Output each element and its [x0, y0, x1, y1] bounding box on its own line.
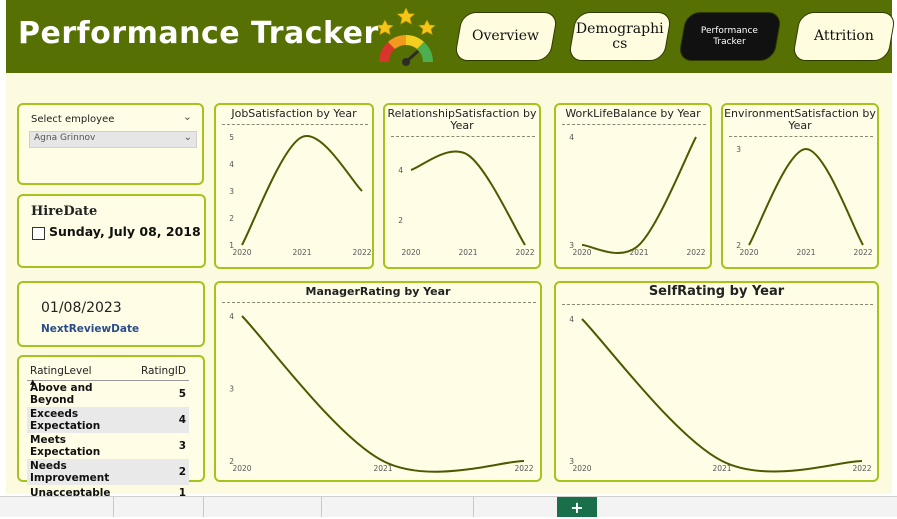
job-satisfaction-plot: 123452020 2021 2022 — [229, 133, 372, 257]
y-tick-label: 4 — [229, 160, 234, 169]
y-tick-label: 3 — [736, 145, 741, 154]
x-tick-label: 2022 — [852, 464, 871, 473]
table-row: Meets Expectation 3 — [27, 433, 189, 459]
tab-demographics[interactable] — [203, 497, 321, 517]
x-tick-label: 2020 — [232, 248, 251, 257]
job-satisfaction-chart[interactable]: JobSatisfaction by Year 1 2 3 4 5 2020 2021 202… — [214, 103, 374, 269]
slicer-label: Select employee — [31, 114, 115, 125]
tab-attrition[interactable] — [473, 497, 557, 517]
nav-performance-label: Performance Tracker — [701, 25, 759, 47]
tab-nav-controls[interactable] — [0, 497, 113, 517]
y-tick-label: 4 — [229, 312, 234, 321]
x-tick-label: 2022 — [515, 248, 534, 257]
employee-slicer[interactable]: Select employee ⌄ Agna Grinnov ⌄ — [17, 103, 204, 185]
next-review-value: 01/08/2023 — [41, 300, 122, 316]
add-page-icon[interactable]: + — [557, 497, 597, 517]
x-tick-label: 2020 — [572, 464, 591, 473]
rating-level-cell: Needs Improvement — [27, 459, 138, 485]
next-review-label: NextReviewDate — [41, 323, 140, 335]
rating-table-card: RatingLevel ▲ RatingID Above and Beyond 5 … — [17, 355, 205, 499]
page-title: Performance Tracker — [18, 16, 379, 51]
employee-selected-value: Agna Grinnov — [34, 133, 96, 143]
series-line — [748, 147, 864, 246]
self-rating-chart[interactable]: SelfRating by Year 3 4 2020 2021 2022 — [554, 281, 879, 482]
nav-demographics-label: Demographi cs — [576, 20, 664, 52]
y-tick-label: 2 — [398, 216, 403, 225]
x-tick-label: 2022 — [686, 248, 705, 257]
nav-overview-label: Overview — [472, 28, 540, 44]
y-tick-label: 5 — [229, 133, 234, 142]
series-line — [581, 318, 863, 473]
nav-attrition-label: Attrition — [814, 28, 874, 44]
tab-performance-tracker[interactable] — [321, 497, 473, 517]
rating-id-cell: 5 — [178, 388, 186, 400]
dropdown-chevron-icon[interactable]: ⌄ — [184, 132, 192, 143]
rating-id-header[interactable]: RatingID — [137, 363, 189, 381]
nav-performance-button[interactable]: Performance Tracker — [677, 12, 783, 61]
x-tick-label: 2022 — [352, 248, 371, 257]
x-tick-label: 2020 — [232, 464, 251, 473]
rating-table: RatingLevel ▲ RatingID Above and Beyond 5 … — [27, 363, 189, 501]
sort-up-icon[interactable]: ▲ — [30, 378, 35, 386]
rating-level-cell: Above and Beyond — [30, 382, 93, 406]
x-tick-label: 2022 — [853, 248, 872, 257]
page-tab-bar: + — [0, 496, 897, 517]
nav-attrition-button[interactable]: Attrition — [791, 12, 897, 61]
manager-rating-chart[interactable]: ManagerRating by Year 2 3 4 2020 2021 2022 — [214, 281, 542, 482]
table-row: Needs Improvement 2 — [27, 459, 189, 485]
x-tick-label: 2020 — [572, 248, 591, 257]
hire-date-value: Sunday, July 08, 2018 — [49, 224, 201, 239]
series-line — [241, 135, 363, 246]
relationship-satisfaction-chart[interactable]: RelationshipSatisfaction by Year 2 4 2020 2… — [383, 103, 541, 269]
environment-satisfaction-chart[interactable]: EnvironmentSatisfaction by Year 2 3 2020 20… — [721, 103, 879, 269]
rating-level-cell: Meets Expectation — [30, 434, 101, 458]
tab-overview[interactable] — [113, 497, 203, 517]
x-tick-label: 2021 — [373, 464, 392, 473]
manager-rating-plot: 2342020 2021 2022 — [229, 312, 534, 473]
series-line — [410, 150, 526, 246]
y-tick-label: 4 — [569, 133, 574, 142]
y-tick-label: 2 — [229, 214, 234, 223]
x-tick-label: 2020 — [739, 248, 758, 257]
chevron-down-icon[interactable]: ⌄ — [183, 110, 192, 123]
self-rating-plot: 342020 2021 2022 — [569, 315, 872, 473]
rating-id-cell: 2 — [137, 459, 189, 485]
hire-date-checkbox[interactable] — [32, 227, 45, 240]
employee-dropdown[interactable]: Agna Grinnov ⌄ — [29, 131, 197, 148]
table-row: Exceeds Expectation 4 — [27, 407, 189, 433]
x-tick-label: 2021 — [712, 464, 731, 473]
y-tick-label: 3 — [229, 385, 234, 394]
x-tick-label: 2020 — [401, 248, 420, 257]
nav-demographics-button[interactable]: Demographi cs — [567, 12, 673, 61]
table-row: Above and Beyond 5 — [27, 381, 189, 408]
x-tick-label: 2021 — [629, 248, 648, 257]
y-tick-label: 3 — [229, 187, 234, 196]
work-life-balance-chart[interactable]: WorkLifeBalance by Year 3 4 2020 2021 2022 — [554, 103, 712, 269]
series-line — [581, 136, 697, 254]
x-tick-label: 2021 — [458, 248, 477, 257]
hire-date-label: HireDate — [31, 204, 98, 219]
x-tick-label: 2021 — [796, 248, 815, 257]
rating-id-cell: 4 — [137, 407, 189, 433]
header-bar: Performance Tracker Overview Demographi … — [6, 0, 897, 73]
relationship-satisfaction-plot: 2 4 2020 2021 2022 — [398, 150, 535, 257]
series-line — [241, 315, 525, 473]
hire-date-card: HireDate Sunday, July 08, 2018 — [17, 194, 206, 268]
rating-level-header[interactable]: RatingLevel ▲ — [27, 363, 138, 386]
next-review-card: 01/08/2023 NextReviewDate — [17, 281, 205, 347]
gauge-stars-icon — [376, 7, 436, 66]
nav-overview-button[interactable]: Overview — [453, 12, 559, 61]
rating-level-cell: Exceeds Expectation — [27, 407, 138, 433]
y-tick-label: 4 — [569, 315, 574, 324]
x-tick-label: 2022 — [514, 464, 533, 473]
x-tick-label: 2021 — [292, 248, 311, 257]
work-life-balance-plot: 342020 2021 2022 — [569, 133, 706, 257]
y-tick-label: 4 — [398, 166, 403, 175]
environment-satisfaction-plot: 232020 2021 2022 — [736, 145, 873, 257]
rating-id-cell: 3 — [178, 440, 186, 452]
